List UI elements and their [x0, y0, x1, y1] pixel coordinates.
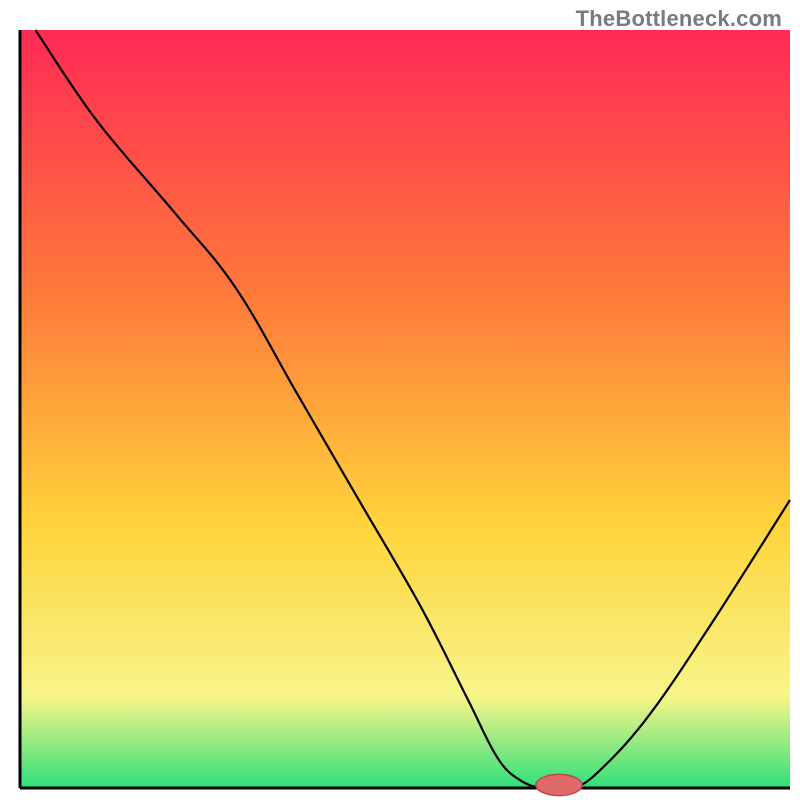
gradient-background	[20, 30, 790, 788]
bottleneck-chart	[0, 0, 800, 800]
chart-container: TheBottleneck.com	[0, 0, 800, 800]
optimal-point-marker	[536, 774, 582, 795]
